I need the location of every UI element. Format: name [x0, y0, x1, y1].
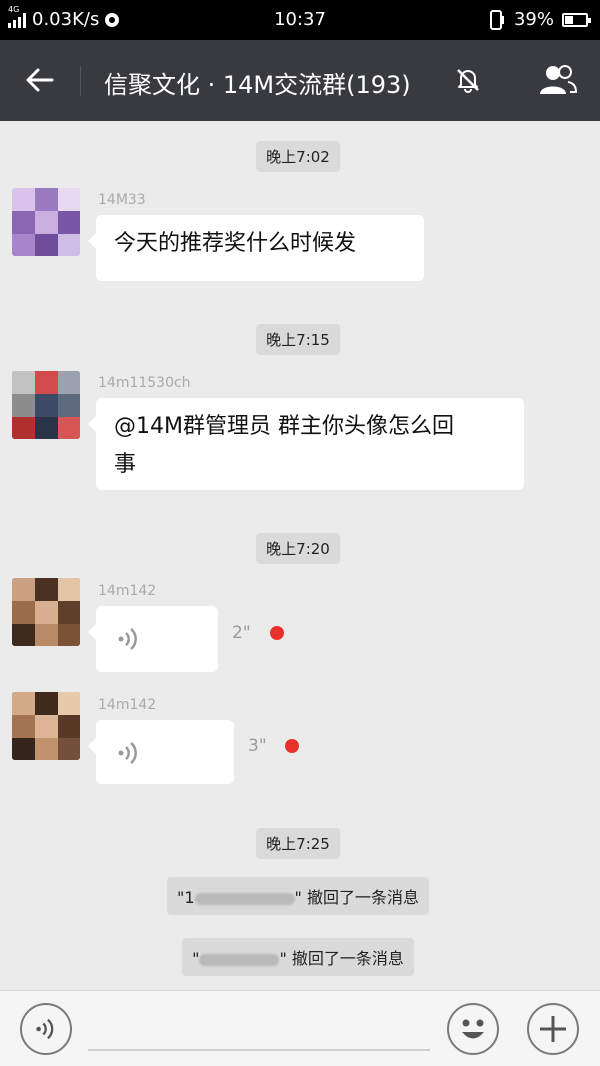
- mute-bell-icon: [457, 69, 479, 93]
- message-input[interactable]: [88, 1009, 434, 1051]
- timestamp: 晚上7:25: [256, 828, 340, 859]
- clock: 10:37: [274, 9, 326, 30]
- blurred-name: [194, 892, 295, 905]
- header-divider: [80, 66, 81, 96]
- sender-name: 14m142: [98, 697, 157, 713]
- message-text-line: 事: [114, 452, 137, 477]
- timestamp: 晚上7:15: [256, 324, 340, 355]
- voice-wave-icon: [118, 742, 137, 764]
- more-button[interactable]: [527, 1003, 579, 1055]
- sender-name: 14m142: [98, 583, 157, 599]
- plus-icon: [540, 1016, 566, 1042]
- chat-title: 信聚文化 · 14M交流群(193): [104, 71, 411, 99]
- phone-icon: [489, 9, 504, 30]
- input-bar: [0, 990, 600, 1066]
- message-bubble[interactable]: 今天的推荐奖什么时候发: [88, 215, 424, 281]
- group-members-icon[interactable]: [538, 62, 578, 98]
- voice-duration: 2": [232, 623, 251, 643]
- quote-open: "1: [176, 888, 195, 907]
- avatar[interactable]: [12, 692, 80, 760]
- timestamp: 晚上7:20: [256, 533, 340, 564]
- status-bar: 4G 0.03K/s 10:37 39%: [0, 0, 600, 40]
- recall-text: 撤回了一条消息: [291, 949, 404, 968]
- battery-percent: 39%: [513, 9, 554, 30]
- unread-dot: [270, 626, 284, 640]
- avatar[interactable]: [12, 188, 80, 256]
- voice-message-bubble[interactable]: [88, 606, 218, 672]
- quote-open: ": [192, 949, 200, 968]
- recall-text: 撤回了一条消息: [306, 888, 420, 907]
- recall-notice: "1 " 撤回了一条消息: [166, 877, 430, 915]
- sender-name: 14M33: [98, 192, 146, 208]
- avatar[interactable]: [12, 371, 80, 439]
- voice-duration: 3": [248, 736, 267, 756]
- voice-icon: [36, 1018, 54, 1040]
- timestamp: 晚上7:02: [256, 141, 340, 172]
- unread-dot: [285, 739, 299, 753]
- voice-wave-icon: [118, 628, 137, 650]
- input-underline: [88, 1049, 430, 1051]
- quote-close: ": [279, 949, 287, 968]
- battery-icon: [562, 12, 591, 27]
- voice-message-bubble[interactable]: [88, 720, 234, 784]
- message-text-line: @14M群管理员 群主你头像怎么回: [114, 414, 454, 439]
- sender-name: 14m11530ch: [98, 375, 191, 391]
- chat-header: 信聚文化 · 14M交流群(193): [0, 40, 600, 121]
- quote-close: ": [294, 888, 302, 907]
- message-bubble[interactable]: @14M群管理员 群主你头像怎么回 事: [88, 398, 524, 490]
- back-arrow-icon[interactable]: [22, 62, 58, 98]
- message-text: 今天的推荐奖什么时候发: [114, 231, 357, 256]
- voice-input-button[interactable]: [20, 1003, 72, 1055]
- emoji-icon: [462, 1019, 484, 1039]
- avatar[interactable]: [12, 578, 80, 646]
- blurred-name: [199, 953, 280, 966]
- recall-notice: " " 撤回了一条消息: [182, 938, 414, 976]
- emoji-button[interactable]: [447, 1003, 499, 1055]
